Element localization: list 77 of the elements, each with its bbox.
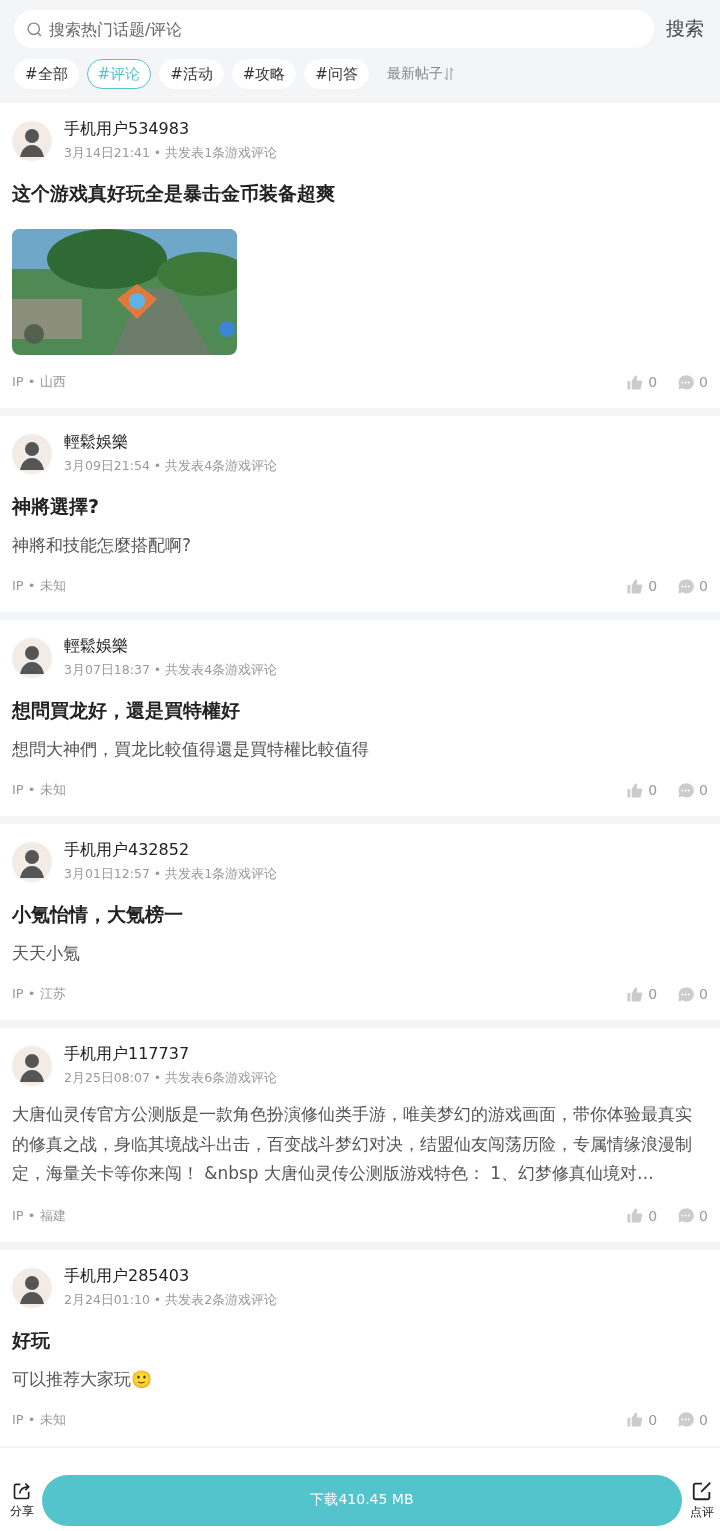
post-title: 神將選擇? <box>12 494 101 519</box>
post-meta: 2月25日08:07 • 共发表6条游戏评论 <box>64 1069 278 1087</box>
avatar[interactable] <box>12 121 52 161</box>
like-count: 0 <box>648 782 658 798</box>
post-body: 大唐仙灵传官方公测版是一款角色扮演修仙类手游，唯美梦幻的游戏画面，带你体验最真实的修真之战，身临其境战斗出击，百变战斗梦幻对决，结盟仙友闯荡历险，专属情缘浪漫制定，海量关卡等你来闯！ &nbsp 大唐仙灵传公测版游戏特色： 1、幻梦修真仙境对… <box>12 1103 693 1185</box>
comment-icon[interactable] <box>677 1207 695 1224</box>
like-count: 0 <box>648 374 658 390</box>
topic-tab[interactable]: #问答 <box>304 59 369 89</box>
post-card[interactable]: 手机用户285403 2月24日01:10 • 共发表2条游戏评论 好玩 可以推荐大家玩🙂 IP • 未知 0 0 <box>0 1249 720 1446</box>
comment-icon[interactable] <box>677 373 695 391</box>
post-body: 可以推荐大家玩🙂 <box>12 1367 153 1391</box>
ip-location: IP • 福建 <box>12 1206 67 1225</box>
post-title: 想問買龙好，還是買特權好 <box>12 698 241 723</box>
thumbs-up-icon[interactable] <box>626 373 644 391</box>
comment-count: 0 <box>699 1411 708 1428</box>
like-count: 0 <box>648 578 658 594</box>
thumbs-up-icon[interactable] <box>626 1411 644 1428</box>
edit-icon <box>691 1479 713 1502</box>
user-name[interactable]: 手机用户432852 <box>64 838 278 862</box>
user-name[interactable]: 手机用户285403 <box>64 1263 278 1288</box>
post-meta: 3月09日21:54 • 共发表4条游戏评论 <box>64 457 278 475</box>
comment-count: 0 <box>699 986 708 1002</box>
post-title: 这个游戏真好玩全是暴击金币装备超爽 <box>12 181 336 206</box>
user-name[interactable]: 手机用户534983 <box>64 117 278 141</box>
like-count: 0 <box>648 1411 658 1428</box>
search-button[interactable]: 搜索 <box>664 16 706 42</box>
user-name[interactable]: 輕鬆娛樂 <box>64 634 278 658</box>
thumbs-up-icon[interactable] <box>626 1207 644 1224</box>
post-meta: 3月07日18:37 • 共发表4条游戏评论 <box>64 661 278 679</box>
post-title: 小氪怡情，大氪榜一 <box>12 902 184 927</box>
search-icon <box>26 20 43 38</box>
post-body: 想問大神們，買龙比較值得還是買特權比較值得 <box>12 738 370 761</box>
topic-tab[interactable]: #活动 <box>159 59 224 89</box>
post-body: 天天小氪 <box>12 942 81 965</box>
avatar[interactable] <box>12 1267 52 1308</box>
like-count: 0 <box>648 986 658 1002</box>
post-card[interactable]: 手机用户432852 3月01日12:57 • 共发表1条游戏评论 小氪怡情，大氪榜一 天天小氪 IP • 江苏 0 0 <box>0 824 720 1020</box>
comment-icon[interactable] <box>677 781 695 799</box>
sort-icon <box>443 67 454 81</box>
comment-icon[interactable] <box>677 1411 695 1428</box>
user-name[interactable]: 輕鬆娛樂 <box>64 430 278 454</box>
post-meta: 3月01日12:57 • 共发表1条游戏评论 <box>64 865 278 883</box>
post-meta: 2月24日01:10 • 共发表2条游戏评论 <box>64 1290 278 1309</box>
post-meta: 3月14日21:41 • 共发表1条游戏评论 <box>64 144 278 162</box>
thumbs-up-icon[interactable] <box>626 781 644 799</box>
post-card[interactable]: 輕鬆娛樂 3月07日18:37 • 共发表4条游戏评论 想問買龙好，還是買特權好 想問大神們，買龙比較值得還是買特權比較值得 IP • 未知 0 0 <box>0 620 720 816</box>
post-body: 神將和技能怎麼搭配啊? <box>12 534 193 557</box>
topic-tab[interactable]: #全部 <box>14 59 79 89</box>
topic-tab[interactable]: #攻略 <box>231 59 297 89</box>
avatar[interactable] <box>12 638 52 678</box>
like-count: 0 <box>648 1207 658 1224</box>
avatar[interactable] <box>12 434 52 474</box>
post-card[interactable]: 手机用户534983 3月14日21:41 • 共发表1条游戏评论 这个游戏真好玩全是暴击金币装备超爽 IP • 山西 0 0 <box>0 103 720 408</box>
comment-icon[interactable] <box>677 985 695 1003</box>
user-name[interactable]: 手机用户117737 <box>64 1042 278 1066</box>
ip-location: IP • 未知 <box>12 781 67 799</box>
thumbs-up-icon[interactable] <box>626 577 644 595</box>
comment-icon[interactable] <box>677 577 695 595</box>
search-bar[interactable]: 搜索热门话题/评论 <box>14 10 654 48</box>
post-card[interactable]: 手机用户117737 2月25日08:07 • 共发表6条游戏评论 大唐仙灵传官方公测版是一款角色扮演修仙类手游，唯美梦幻的游戏画面，带你体验最真实的修真之战，身临其境战斗出击，百变战斗梦幻对决，结盟仙友闯荡历险，专属情缘浪漫制定，海量关卡等你来闯！ &nbsp 大唐仙灵传公测版游戏特色： 1、幻梦修真仙境对… IP • 福建 0 0 <box>0 1028 720 1242</box>
post-card[interactable]: 輕鬆娛樂 3月09日21:54 • 共发表4条游戏评论 神將選擇? 神將和技能怎麼搭配啊? IP • 未知 0 0 <box>0 416 720 612</box>
ip-location: IP • 未知 <box>12 577 67 595</box>
review-button[interactable]: 点评 <box>690 1479 714 1521</box>
comment-count: 0 <box>699 1207 708 1224</box>
search-input[interactable]: 搜索热门话题/评论 <box>47 18 642 40</box>
ip-location: IP • 山西 <box>12 373 67 391</box>
comment-count: 0 <box>699 782 708 798</box>
avatar[interactable] <box>12 842 52 882</box>
comment-count: 0 <box>699 374 708 390</box>
ip-location: IP • 江苏 <box>12 985 67 1003</box>
avatar[interactable] <box>12 1046 52 1086</box>
share-icon <box>12 1480 32 1501</box>
post-title: 好玩 <box>12 1327 51 1353</box>
thumbs-up-icon[interactable] <box>626 985 644 1003</box>
ip-location: IP • 未知 <box>12 1410 67 1429</box>
comment-count: 0 <box>699 578 708 594</box>
share-button[interactable]: 分享 <box>10 1480 34 1520</box>
